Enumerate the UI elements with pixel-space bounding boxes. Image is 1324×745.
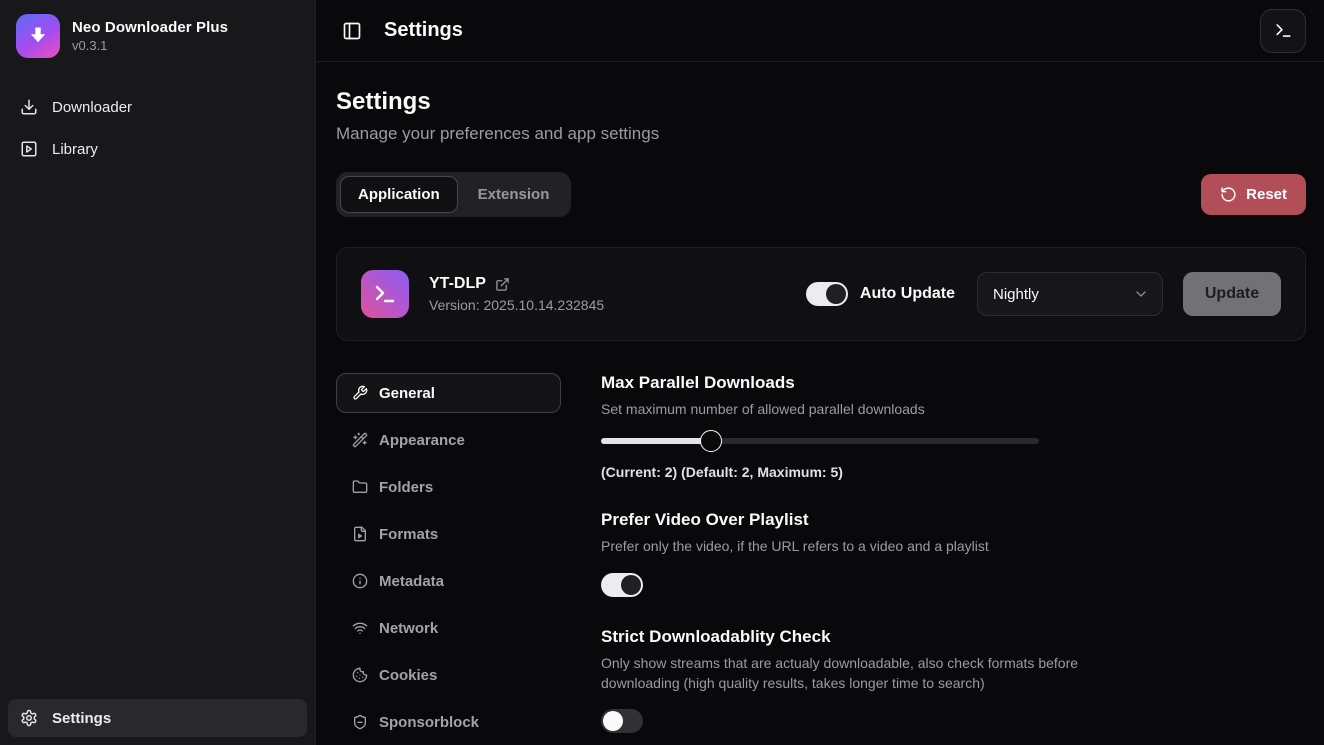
max-parallel-slider[interactable] xyxy=(601,429,1039,453)
settings-nav-cookies[interactable]: Cookies xyxy=(336,655,561,695)
ytdlp-actions: Auto Update Nightly Update xyxy=(806,272,1281,316)
setting-description: Prefer only the video, if the URL refers… xyxy=(601,536,1121,556)
sidebar-item-label: Downloader xyxy=(52,99,132,116)
chevron-down-icon xyxy=(1133,286,1149,302)
app-logo-icon xyxy=(16,14,60,58)
ytdlp-card: YT-DLP Version: 2025.10.14.232845 Auto U… xyxy=(336,247,1306,341)
reset-button-label: Reset xyxy=(1246,186,1287,203)
sidebar-item-settings[interactable]: Settings xyxy=(8,699,307,737)
download-icon xyxy=(20,98,38,116)
strict-check-toggle[interactable] xyxy=(601,709,643,733)
panel-left-icon xyxy=(342,21,362,41)
wrench-icon xyxy=(352,385,368,401)
reset-button[interactable]: Reset xyxy=(1201,174,1306,215)
settings-grid: General Appearance Folders xyxy=(336,373,1306,742)
ytdlp-title: YT-DLP xyxy=(429,275,486,293)
tab-group: Application Extension xyxy=(336,172,571,217)
update-channel-select[interactable]: Nightly xyxy=(977,272,1163,316)
setting-max-parallel-downloads: Max Parallel Downloads Set maximum numbe… xyxy=(601,373,1306,480)
setting-strict-check: Strict Downloadablity Check Only show st… xyxy=(601,627,1306,734)
update-button[interactable]: Update xyxy=(1183,272,1281,316)
app-brand-text: Neo Downloader Plus v0.3.1 xyxy=(72,19,228,53)
sidebar-item-label: Settings xyxy=(52,710,111,727)
terminal-button[interactable] xyxy=(1260,9,1306,53)
auto-update-label: Auto Update xyxy=(860,285,955,303)
page-title: Settings xyxy=(336,88,1306,116)
topbar: Settings xyxy=(316,0,1324,62)
sidebar-nav: Downloader Library xyxy=(8,88,307,168)
wifi-icon xyxy=(352,620,368,636)
settings-page: Settings Manage your preferences and app… xyxy=(316,62,1324,745)
terminal-icon xyxy=(1274,21,1293,40)
settings-nav-general[interactable]: General xyxy=(336,373,561,413)
setting-title: Max Parallel Downloads xyxy=(601,373,1306,393)
shield-minus-icon xyxy=(352,714,368,730)
wand-sparkles-icon xyxy=(352,432,368,448)
settings-panel: Max Parallel Downloads Set maximum numbe… xyxy=(601,373,1306,742)
slider-thumb[interactable] xyxy=(700,430,722,452)
sidebar-toggle-button[interactable] xyxy=(336,15,368,47)
settings-nav-folders[interactable]: Folders xyxy=(336,467,561,507)
settings-nav: General Appearance Folders xyxy=(336,373,561,742)
settings-nav-label: Sponsorblock xyxy=(379,714,479,731)
prefer-video-toggle[interactable] xyxy=(601,573,643,597)
cookie-icon xyxy=(352,667,368,683)
settings-nav-metadata[interactable]: Metadata xyxy=(336,561,561,601)
folder-icon xyxy=(352,479,368,495)
topbar-title: Settings xyxy=(384,19,463,42)
sidebar-bottom: Settings xyxy=(8,699,307,737)
app-version: v0.3.1 xyxy=(72,38,228,53)
settings-nav-label: Appearance xyxy=(379,432,465,449)
auto-update-toggle[interactable] xyxy=(806,282,848,306)
sidebar-item-library[interactable]: Library xyxy=(8,130,307,168)
ytdlp-info: YT-DLP Version: 2025.10.14.232845 xyxy=(429,275,604,313)
app-name: Neo Downloader Plus xyxy=(72,19,228,36)
main-area: Settings Settings Manage your preference… xyxy=(316,0,1324,745)
setting-caption: (Current: 2) (Default: 2, Maximum: 5) xyxy=(601,464,1306,480)
ytdlp-version: Version: 2025.10.14.232845 xyxy=(429,297,604,313)
settings-nav-label: General xyxy=(379,385,435,402)
settings-nav-label: Cookies xyxy=(379,667,437,684)
setting-prefer-video: Prefer Video Over Playlist Prefer only t… xyxy=(601,510,1306,596)
tab-application[interactable]: Application xyxy=(340,176,458,213)
settings-nav-label: Network xyxy=(379,620,438,637)
gear-icon xyxy=(20,709,38,727)
rotate-ccw-icon xyxy=(1220,186,1237,203)
settings-nav-appearance[interactable]: Appearance xyxy=(336,420,561,460)
settings-nav-label: Formats xyxy=(379,526,438,543)
file-video-icon xyxy=(352,526,368,542)
settings-nav-network[interactable]: Network xyxy=(336,608,561,648)
settings-nav-formats[interactable]: Formats xyxy=(336,514,561,554)
settings-nav-label: Folders xyxy=(379,479,433,496)
sidebar-item-downloader[interactable]: Downloader xyxy=(8,88,307,126)
page-subtitle: Manage your preferences and app settings xyxy=(336,124,1306,144)
setting-title: Strict Downloadablity Check xyxy=(601,627,1306,647)
external-link-icon[interactable] xyxy=(495,277,510,292)
app-brand: Neo Downloader Plus v0.3.1 xyxy=(8,14,307,58)
info-icon xyxy=(352,573,368,589)
slider-fill xyxy=(601,438,711,444)
setting-description: Only show streams that are actualy downl… xyxy=(601,653,1121,694)
setting-title: Prefer Video Over Playlist xyxy=(601,510,1306,530)
update-channel-value: Nightly xyxy=(993,286,1039,303)
setting-description: Set maximum number of allowed parallel d… xyxy=(601,399,1121,419)
ytdlp-terminal-icon xyxy=(361,270,409,318)
tab-extension[interactable]: Extension xyxy=(460,176,568,213)
tabs-row: Application Extension Reset xyxy=(336,172,1306,217)
sidebar: Neo Downloader Plus v0.3.1 Downloader Li… xyxy=(0,0,316,745)
settings-nav-sponsorblock[interactable]: Sponsorblock xyxy=(336,702,561,742)
sidebar-item-label: Library xyxy=(52,141,98,158)
library-icon xyxy=(20,140,38,158)
settings-nav-label: Metadata xyxy=(379,573,444,590)
